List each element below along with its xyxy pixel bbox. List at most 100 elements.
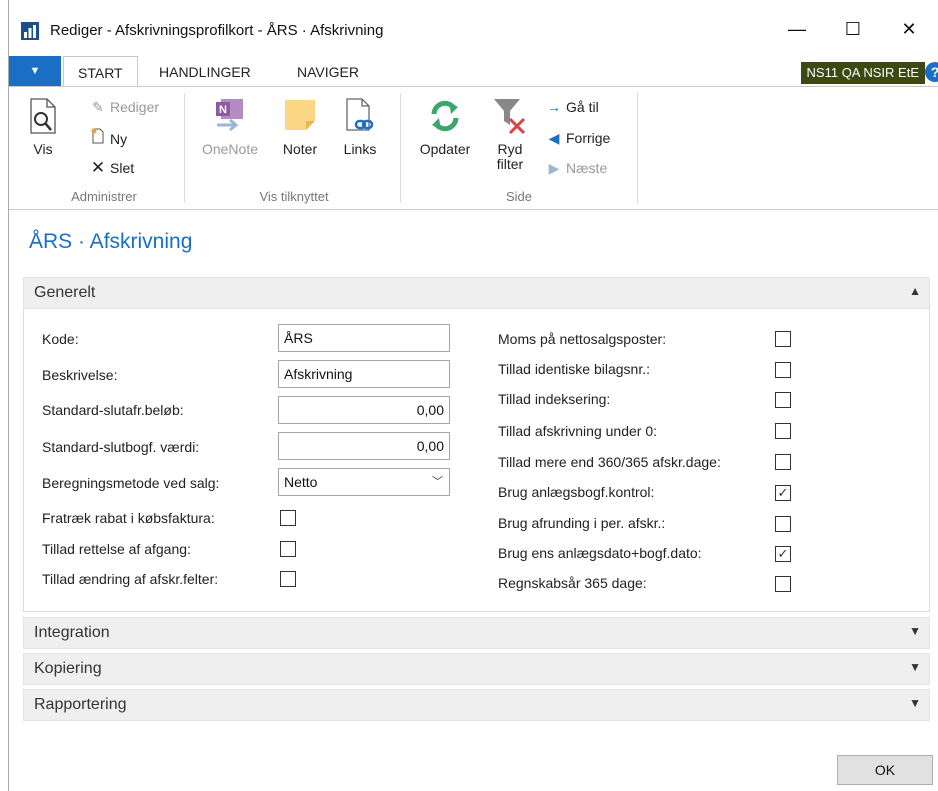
std-slutbogf-field[interactable]: 0,00 <box>278 432 450 460</box>
note-icon <box>285 100 315 130</box>
help-icon[interactable]: ? <box>925 62 938 82</box>
onenote-label: OneNote <box>201 141 259 157</box>
tab-start[interactable]: START <box>63 56 138 87</box>
fasttab-rapportering[interactable]: Rapportering ▼ <box>23 689 930 721</box>
chevron-down-icon: ﹀ <box>432 476 443 488</box>
rediger-button[interactable]: ✎ Rediger <box>89 97 159 117</box>
company-badge: NS11 QA NSIR EtE <box>800 62 925 84</box>
fasttab-kopiering[interactable]: Kopiering ▼ <box>23 653 930 685</box>
group-separator <box>400 93 401 203</box>
beregning-label: Beregningsmetode ved salg: <box>42 475 220 491</box>
opdater-button[interactable]: Opdater <box>411 97 479 157</box>
fraek-checkbox[interactable] <box>280 510 296 526</box>
rettelse-checkbox[interactable] <box>280 541 296 557</box>
chevron-down-icon: ▼ <box>909 696 921 710</box>
onenote-button[interactable]: N OneNote <box>195 97 265 157</box>
beregning-value: Netto <box>284 474 318 490</box>
tab-handlinger[interactable]: HANDLINGER <box>145 56 265 86</box>
moms-label: Moms på nettosalgsposter: <box>498 331 667 347</box>
beskrivelse-label: Beskrivelse: <box>42 367 118 383</box>
delete-x-icon: ✕ <box>90 158 106 177</box>
fasttab-rapportering-label: Rapportering <box>34 696 127 713</box>
title-bar: Rediger - Afskrivningsprofilkort - ÅRS ·… <box>9 0 938 56</box>
group-label-side: Side <box>505 189 533 204</box>
slet-label: Slet <box>110 160 135 176</box>
rediger-label: Rediger <box>110 99 160 115</box>
under0-checkbox[interactable] <box>775 423 791 439</box>
opdater-label: Opdater <box>419 141 471 157</box>
arrow-right-icon: → <box>547 99 561 115</box>
vis-label: Vis <box>33 141 53 157</box>
ryd-filter-button[interactable]: Ryd filter <box>487 97 533 172</box>
fasttab-kopiering-label: Kopiering <box>34 660 102 677</box>
forrige-label: Forrige <box>566 130 611 146</box>
fasttab-generelt[interactable]: Generelt ▲ <box>23 277 930 309</box>
identiske-label: Tillad identiske bilagsnr.: <box>498 361 651 377</box>
regnskabsaar-checkbox[interactable] <box>775 576 791 592</box>
ryd-filter-label-line2: filter <box>496 156 524 172</box>
forrige-button[interactable]: ◀ Forrige <box>545 128 611 148</box>
ok-button[interactable]: OK <box>837 755 933 785</box>
chevron-down-icon: ▼ <box>909 660 921 674</box>
anlaegsbogf-checkbox[interactable]: ✓ <box>775 485 791 501</box>
links-label: Links <box>343 141 377 157</box>
window-title: Rediger - Afskrivningsprofilkort - ÅRS ·… <box>50 22 384 39</box>
close-button[interactable]: ✕ <box>894 14 924 44</box>
application-menu-button[interactable]: ▼ <box>9 56 61 86</box>
generelt-section: Kode: ÅRS Beskrivelse: Afskrivning Stand… <box>23 309 930 612</box>
indeksering-checkbox[interactable] <box>775 392 791 408</box>
view-document-icon <box>30 98 56 134</box>
group-separator <box>184 93 185 203</box>
std-slutafr-field[interactable]: 0,00 <box>278 396 450 424</box>
beskrivelse-field[interactable]: Afskrivning <box>278 360 450 388</box>
page-title: ÅRS · Afskrivning <box>29 230 193 253</box>
ryd-filter-label: Ryd filter <box>487 142 533 172</box>
afrunding-label: Brug afrunding i per. afskr.: <box>498 515 666 531</box>
fraek-label: Fratræk rabat i købsfaktura: <box>42 510 215 526</box>
clear-filter-icon <box>494 99 526 135</box>
ny-button[interactable]: Ny <box>89 128 127 148</box>
ensdato-checkbox[interactable]: ✓ <box>775 546 791 562</box>
tab-naviger[interactable]: NAVIGER <box>283 56 373 86</box>
chevron-down-icon: ▼ <box>909 624 921 638</box>
fasttab-integration-label: Integration <box>34 624 110 641</box>
vis-button[interactable]: Vis <box>23 97 63 157</box>
ribbon-body: Vis ✎ Rediger Ny ✕ Slet Administrer N OneN… <box>9 86 938 210</box>
group-label-vis-tilknyttet: Vis tilknyttet <box>259 189 329 204</box>
group-separator <box>637 93 638 203</box>
chevron-up-icon: ▲ <box>909 284 921 298</box>
group-label-administrer: Administrer <box>71 189 137 204</box>
app-icon <box>21 22 39 40</box>
moms-checkbox[interactable] <box>775 331 791 347</box>
maximize-button[interactable]: ☐ <box>838 14 868 44</box>
aendring-label: Tillad ændring af afskr.felter: <box>42 571 219 587</box>
afrunding-checkbox[interactable] <box>775 516 791 532</box>
beregning-select[interactable]: Netto ﹀ <box>278 468 450 496</box>
links-button[interactable]: Links <box>337 97 383 157</box>
refresh-icon <box>431 100 459 132</box>
identiske-checkbox[interactable] <box>775 362 791 378</box>
ga-til-button[interactable]: → Gå til <box>545 97 599 117</box>
noter-button[interactable]: Noter <box>275 97 325 157</box>
aendring-checkbox[interactable] <box>280 571 296 587</box>
triangle-left-icon: ◀ <box>548 130 560 146</box>
naeste-button[interactable]: ▶ Næste <box>545 158 608 178</box>
ribbon-tabbar: ▼ START HANDLINGER NAVIGER NS11 QA NSIR … <box>9 56 938 87</box>
new-document-icon <box>89 128 107 149</box>
fasttab-generelt-label: Generelt <box>34 284 96 301</box>
rettelse-label: Tillad rettelse af afgang: <box>42 541 191 557</box>
ga-til-label: Gå til <box>566 99 599 115</box>
minimize-button[interactable]: — <box>782 14 812 44</box>
dialog-window: Rediger - Afskrivningsprofilkort - ÅRS ·… <box>8 0 938 791</box>
onenote-icon: N <box>216 99 243 132</box>
kode-field[interactable]: ÅRS <box>278 324 450 352</box>
indeksering-label: Tillad indeksering: <box>498 391 611 407</box>
ny-label: Ny <box>110 131 128 147</box>
mere360-label: Tillad mere end 360/365 afskr.dage: <box>498 454 721 470</box>
ryd-filter-label-line1: Ryd <box>497 141 523 157</box>
triangle-right-icon: ▶ <box>548 160 560 176</box>
slet-button[interactable]: ✕ Slet <box>89 158 134 178</box>
svg-text:N: N <box>219 104 227 116</box>
fasttab-integration[interactable]: Integration ▼ <box>23 617 930 649</box>
mere360-checkbox[interactable] <box>775 454 791 470</box>
